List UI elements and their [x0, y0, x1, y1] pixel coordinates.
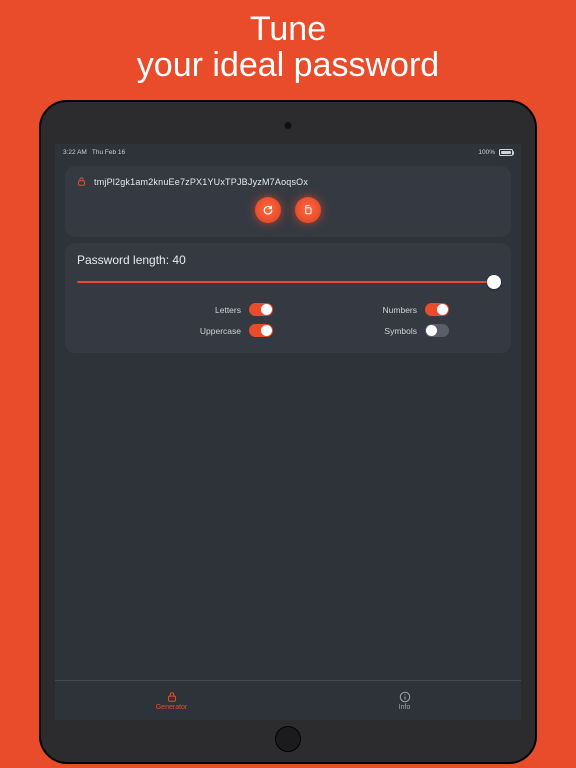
tab-generator-label: Generator — [156, 704, 188, 711]
copy-icon — [302, 204, 314, 216]
toggle-uppercase: Uppercase — [127, 324, 273, 337]
tab-bar: Generator Info — [55, 680, 521, 720]
switch-letters[interactable] — [249, 303, 273, 316]
toggle-symbols-label: Symbols — [384, 326, 417, 336]
status-date: Thu Feb 16 — [92, 149, 125, 156]
status-time: 3:22 AM — [63, 149, 87, 156]
status-battery-pct: 100% — [478, 149, 495, 156]
length-label: Password length: 40 — [77, 253, 499, 267]
slider-thumb[interactable] — [487, 275, 501, 289]
tab-generator[interactable]: Generator — [55, 681, 288, 720]
device-camera — [285, 122, 292, 129]
toggle-symbols: Symbols — [303, 324, 449, 337]
home-button[interactable] — [275, 726, 301, 752]
switch-symbols[interactable] — [425, 324, 449, 337]
slider-track — [77, 281, 499, 283]
length-value: 40 — [172, 253, 185, 267]
length-slider[interactable] — [77, 275, 499, 289]
tab-info[interactable]: Info — [288, 681, 521, 720]
toggle-numbers: Numbers — [303, 303, 449, 316]
toggle-letters: Letters — [127, 303, 273, 316]
toggle-letters-label: Letters — [215, 305, 241, 315]
battery-icon — [499, 149, 513, 156]
refresh-icon — [262, 204, 274, 216]
regenerate-button[interactable] — [255, 197, 281, 223]
settings-card: Password length: 40 Letters Numbers Uppe… — [65, 243, 511, 353]
password-card: tmjPl2gk1am2knuEe7zPX1YUxTPJBJyzM7AoqsOx — [65, 166, 511, 237]
info-icon — [399, 691, 411, 703]
marketing-headline: Tune your ideal password — [0, 0, 576, 83]
copy-button[interactable] — [295, 197, 321, 223]
toggle-numbers-label: Numbers — [383, 305, 417, 315]
lock-icon — [77, 176, 86, 187]
app-screen: 3:22 AM Thu Feb 16 100% — [55, 144, 521, 720]
switch-uppercase[interactable] — [249, 324, 273, 337]
switch-numbers[interactable] — [425, 303, 449, 316]
lock-icon — [166, 691, 178, 703]
toggle-uppercase-label: Uppercase — [200, 326, 241, 336]
status-bar: 3:22 AM Thu Feb 16 100% — [55, 144, 521, 160]
tab-info-label: Info — [399, 704, 411, 711]
generated-password: tmjPl2gk1am2knuEe7zPX1YUxTPJBJyzM7AoqsOx — [94, 177, 308, 187]
headline-line2: your ideal password — [0, 48, 576, 84]
ipad-frame: 3:22 AM Thu Feb 16 100% — [39, 100, 537, 764]
headline-line1: Tune — [0, 12, 576, 48]
